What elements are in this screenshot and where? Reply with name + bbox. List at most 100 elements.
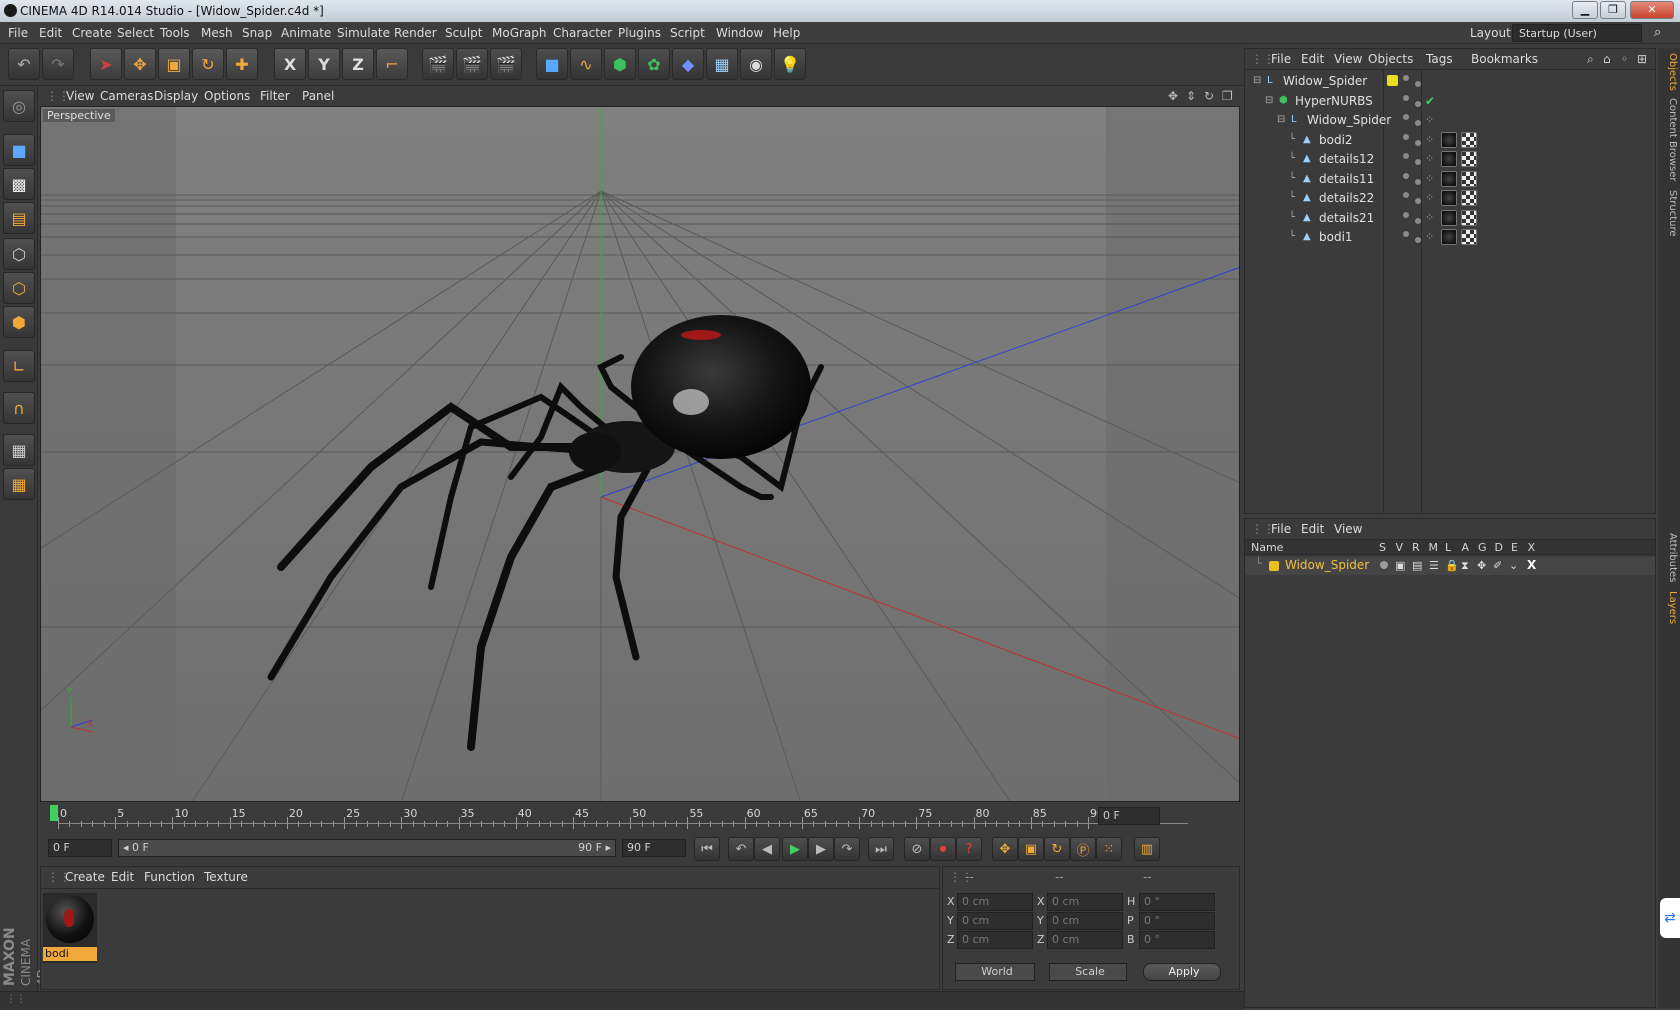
editor-visibility-dot[interactable] bbox=[1403, 114, 1409, 120]
render-picture-viewer-button[interactable]: 🎬 bbox=[456, 48, 488, 80]
x-axis-button[interactable]: X bbox=[274, 48, 306, 80]
layer-color-swatch[interactable] bbox=[1387, 75, 1398, 86]
material-menu-edit[interactable]: Edit bbox=[111, 867, 134, 887]
phong-tag-icon[interactable]: ⁘ bbox=[1425, 130, 1434, 150]
layer-col-s[interactable]: S bbox=[1379, 541, 1386, 554]
undo-button[interactable]: ↶ bbox=[8, 48, 40, 80]
close-button[interactable]: ✕ bbox=[1630, 1, 1674, 19]
axis-mode-button[interactable]: ∟ bbox=[3, 350, 35, 382]
tab-layers[interactable]: Layers bbox=[1660, 588, 1678, 628]
material-menu-texture[interactable]: Texture bbox=[204, 867, 248, 887]
add-cube-button[interactable]: ■ bbox=[536, 48, 568, 80]
expand-toggle-icon[interactable]: ⊟ bbox=[1253, 71, 1261, 91]
menu-script[interactable]: Script bbox=[670, 22, 705, 44]
phong-tag-icon[interactable]: ⁘ bbox=[1425, 208, 1434, 228]
key-scale-button[interactable]: ▣ bbox=[1018, 837, 1044, 861]
layer-view-toggle-icon[interactable]: ▣ bbox=[1395, 559, 1405, 572]
coord-rotation-field[interactable]: 0 ° bbox=[1139, 893, 1215, 911]
layer-xref-toggle-icon[interactable]: X bbox=[1527, 558, 1536, 572]
object-home-icon[interactable]: ⌂ bbox=[1603, 49, 1611, 69]
layer-col-x[interactable]: X bbox=[1528, 541, 1536, 554]
viewport-menu-display[interactable]: Display bbox=[154, 86, 198, 106]
object-row[interactable]: ⊟ L Widow_Spider bbox=[1245, 71, 1655, 91]
object-row[interactable]: └ ▲ details12 ⁘ bbox=[1245, 149, 1655, 169]
layer-menu-file[interactable]: File bbox=[1271, 519, 1291, 539]
viewport-menu-view[interactable]: View bbox=[66, 86, 94, 106]
object-name[interactable]: details21 bbox=[1319, 208, 1374, 228]
restore-button[interactable]: ❐ bbox=[1600, 1, 1626, 19]
move-tool-button[interactable]: ✥ bbox=[124, 48, 156, 80]
viewport-menu-options[interactable]: Options bbox=[204, 86, 250, 106]
key-position-button[interactable]: ✥ bbox=[992, 837, 1018, 861]
uvw-tag-icon[interactable] bbox=[1461, 170, 1477, 187]
start-frame-field[interactable]: 0 F bbox=[48, 839, 112, 857]
uvw-tag-icon[interactable] bbox=[1461, 209, 1477, 226]
coord-size-field[interactable]: 0 cm bbox=[1047, 912, 1123, 930]
render-visibility-dot[interactable] bbox=[1415, 159, 1421, 165]
key-pla-button[interactable]: ⁙ bbox=[1096, 837, 1122, 861]
add-mograph-button[interactable]: ✿ bbox=[638, 48, 670, 80]
minimize-button[interactable]: ▁ bbox=[1572, 1, 1598, 19]
menu-window[interactable]: Window bbox=[716, 22, 763, 44]
render-visibility-dot[interactable] bbox=[1415, 178, 1421, 185]
editor-visibility-dot[interactable] bbox=[1403, 211, 1409, 218]
viewport-maximize-icon[interactable]: ❐ bbox=[1222, 86, 1233, 106]
object-row[interactable]: └ ▲ details22 ⁘ bbox=[1245, 188, 1655, 208]
coord-rotation-field[interactable]: 0 ° bbox=[1139, 931, 1215, 949]
menu-plugins[interactable]: Plugins bbox=[618, 22, 661, 44]
menu-create[interactable]: Create bbox=[72, 22, 112, 44]
add-nurbs-button[interactable]: ⬢ bbox=[604, 48, 636, 80]
points-mode-button[interactable]: ⬡ bbox=[3, 238, 35, 270]
redo-button[interactable]: ↷ bbox=[42, 48, 74, 80]
uvw-tag-icon[interactable] bbox=[1461, 131, 1477, 148]
render-settings-button[interactable]: 🎬 bbox=[490, 48, 522, 80]
menu-sculpt[interactable]: Sculpt bbox=[445, 22, 482, 44]
tab-attributes[interactable]: Attributes bbox=[1660, 532, 1678, 584]
previous-frame-button[interactable]: ◀ bbox=[754, 837, 780, 861]
material-tag-icon[interactable] bbox=[1441, 229, 1457, 245]
object-name[interactable]: HyperNURBS bbox=[1295, 91, 1373, 111]
menu-help[interactable]: Help bbox=[773, 22, 800, 44]
menu-file[interactable]: File bbox=[8, 22, 28, 44]
object-row[interactable]: ⊟ ⬢ HyperNURBS ✔ bbox=[1245, 91, 1655, 111]
layer-col-e[interactable]: E bbox=[1511, 541, 1518, 554]
timeline-button[interactable]: ▥ bbox=[1134, 837, 1160, 861]
material-menu-create[interactable]: Create bbox=[65, 867, 105, 887]
menu-mograph[interactable]: MoGraph bbox=[492, 22, 547, 44]
layer-col-m[interactable]: M bbox=[1429, 541, 1439, 554]
object-menu-bookmarks[interactable]: Bookmarks bbox=[1471, 49, 1538, 69]
editor-visibility-dot[interactable] bbox=[1403, 231, 1409, 237]
layer-name[interactable]: Widow_Spider bbox=[1285, 558, 1369, 572]
coord-position-field[interactable]: 0 cm bbox=[957, 931, 1033, 949]
add-light-button[interactable]: 💡 bbox=[774, 48, 806, 80]
menu-snap[interactable]: Snap bbox=[242, 22, 272, 44]
object-new-window-icon[interactable]: ⊞ bbox=[1637, 49, 1647, 69]
next-key-button[interactable]: ↷ bbox=[834, 837, 860, 861]
layer-generators-toggle-icon[interactable]: ✥ bbox=[1477, 559, 1486, 572]
coord-scale-select[interactable]: Scale bbox=[1049, 963, 1127, 981]
perspective-viewport[interactable]: Perspective Y X bbox=[40, 106, 1240, 802]
add-spline-button[interactable]: ∿ bbox=[570, 48, 602, 80]
render-visibility-dot[interactable] bbox=[1415, 100, 1421, 107]
layer-animation-toggle-icon[interactable]: ⧗ bbox=[1461, 559, 1469, 573]
expand-toggle-icon[interactable]: ⊟ bbox=[1277, 110, 1285, 130]
editor-visibility-dot[interactable] bbox=[1403, 172, 1409, 179]
object-row[interactable]: └ ▲ details11 ⁘ bbox=[1245, 169, 1655, 189]
object-menu-edit[interactable]: Edit bbox=[1301, 49, 1324, 69]
editor-visibility-dot[interactable] bbox=[1403, 94, 1409, 101]
tab-content-browser[interactable]: Content Browser bbox=[1660, 98, 1678, 182]
layer-col-r[interactable]: R bbox=[1412, 541, 1420, 554]
material-tag-icon[interactable] bbox=[1441, 190, 1457, 206]
model-mode-button[interactable]: ■ bbox=[3, 134, 35, 166]
live-selection-button[interactable]: ➤ bbox=[90, 48, 122, 80]
coord-system-select[interactable]: World bbox=[955, 963, 1035, 981]
layer-col-d[interactable]: D bbox=[1495, 541, 1503, 554]
layer-lock-toggle-icon[interactable]: 🔒 bbox=[1445, 559, 1459, 572]
menu-tools[interactable]: Tools bbox=[160, 22, 190, 44]
editor-visibility-dot[interactable] bbox=[1403, 153, 1409, 159]
layer-menu-edit[interactable]: Edit bbox=[1301, 519, 1324, 539]
timeline-ruler[interactable]: 0 5 10 15 20 25 30 35 40 45 50 55 60 65 70 75 80 85 90 0 F bbox=[40, 803, 1240, 833]
y-axis-button[interactable]: Y bbox=[308, 48, 340, 80]
go-to-start-button[interactable]: ⏮ bbox=[694, 837, 720, 861]
menu-render[interactable]: Render bbox=[394, 22, 437, 44]
